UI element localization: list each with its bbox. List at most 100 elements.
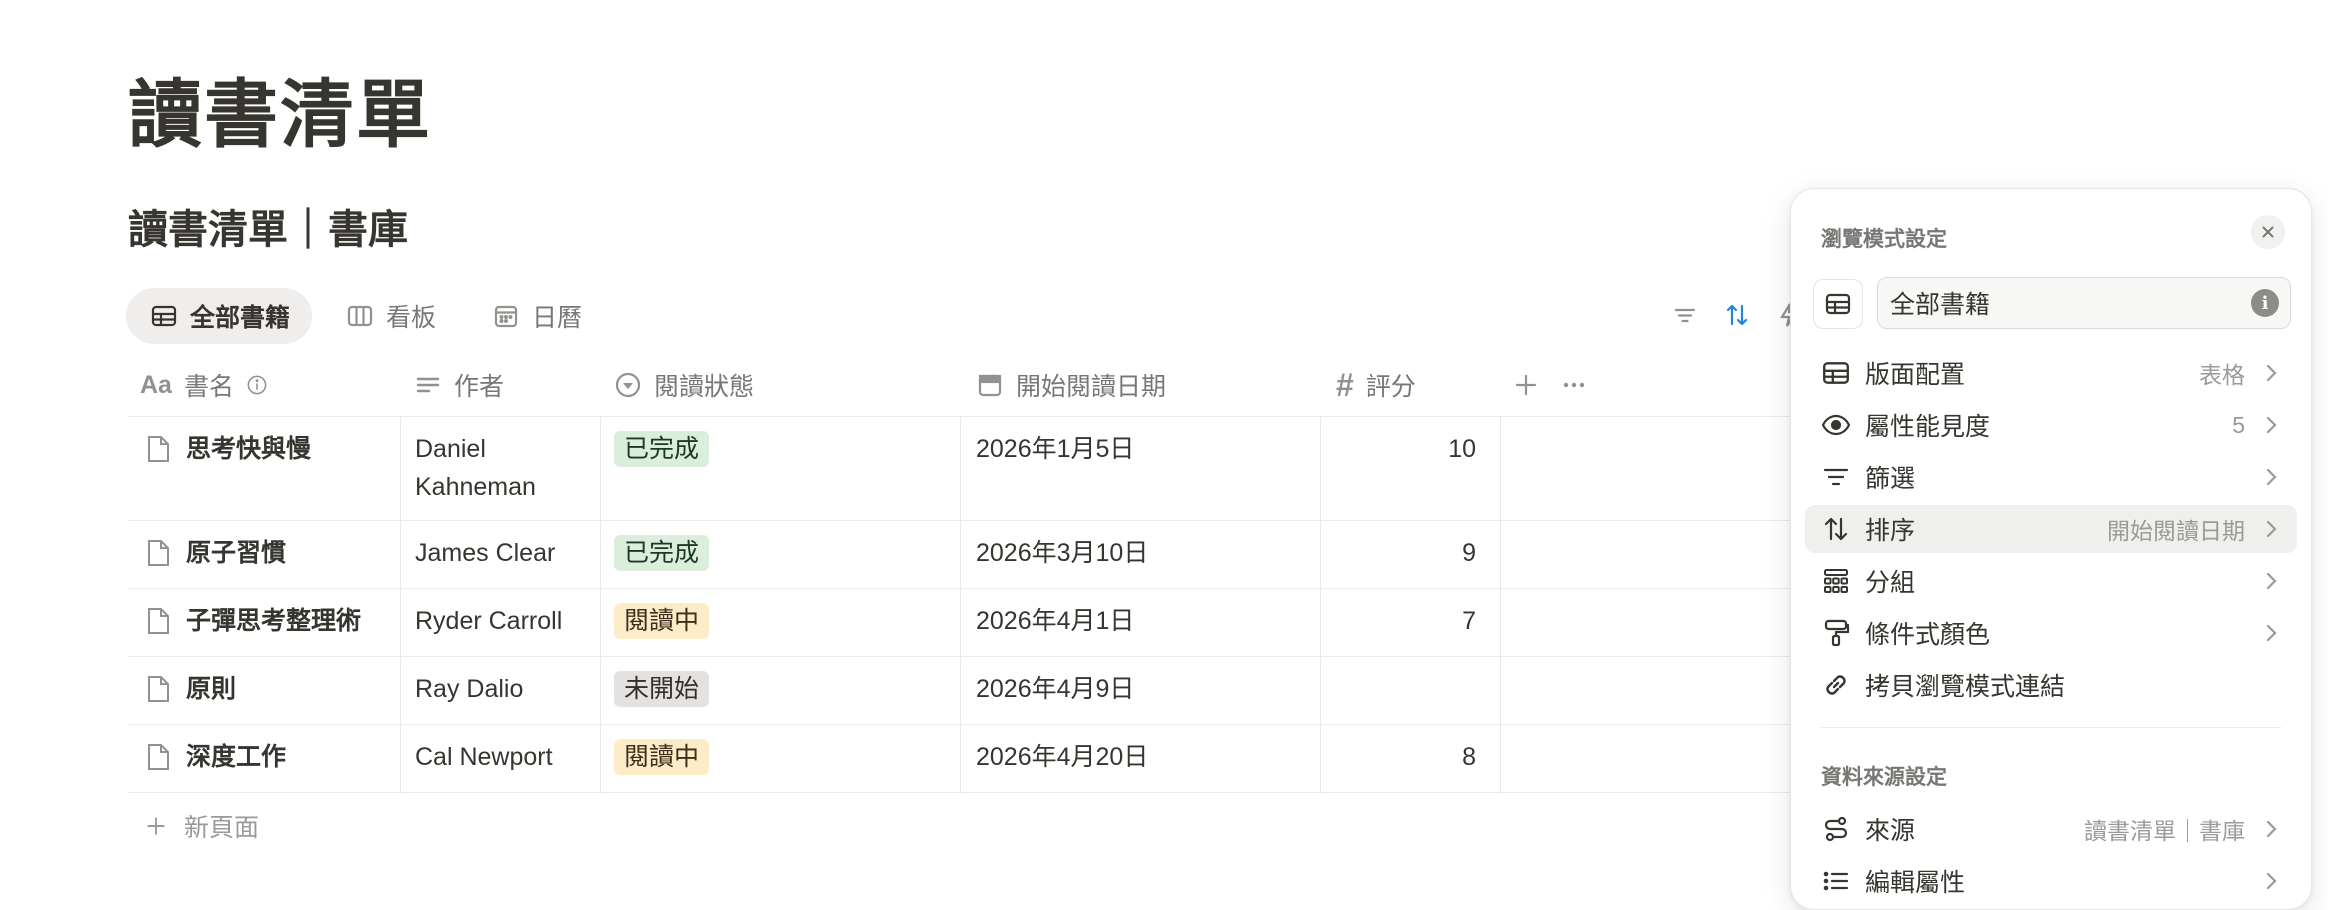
table-row[interactable]: 思考快與慢 Daniel Kahneman 已完成 2026年1月5日 10 — [128, 416, 1800, 521]
author-cell[interactable]: Cal Newport — [415, 738, 553, 776]
book-title: 深度工作 — [186, 743, 287, 771]
tab-all-books[interactable]: 全部書籍 — [126, 288, 313, 344]
status-cell[interactable]: 閱讀中 — [614, 738, 710, 776]
status-icon — [615, 372, 641, 398]
column-header-author[interactable]: 作者 — [414, 354, 504, 416]
list-icon — [1823, 871, 1849, 891]
database-title[interactable]: 讀書清單｜書庫 — [128, 210, 408, 250]
view-icon-button[interactable] — [1813, 279, 1863, 329]
status-tag: 閱讀中 — [614, 603, 710, 639]
status-tag: 未開始 — [614, 671, 710, 707]
page-icon — [148, 608, 169, 634]
calendar-icon — [978, 374, 1002, 397]
page-icon — [148, 744, 169, 770]
author-cell[interactable]: James Clear — [415, 534, 555, 572]
source-option[interactable]: 來源 讀書清單｜書庫 — [1805, 805, 2297, 853]
page-icon — [148, 436, 169, 462]
table-row[interactable]: 深度工作 Cal Newport 閱讀中 2026年4月20日 8 — [128, 724, 1800, 793]
add-property-button[interactable] — [1512, 354, 1540, 416]
column-divider — [1320, 724, 1321, 792]
data-source-header: 資料來源設定 — [1821, 766, 1947, 789]
table-icon — [1823, 362, 1849, 384]
book-title-cell[interactable]: 子彈思考整理術 — [144, 602, 361, 640]
rating-cell[interactable]: 8 — [1336, 738, 1476, 776]
link-icon — [1826, 675, 1846, 695]
source-icon — [1824, 816, 1848, 842]
page-title[interactable]: 讀書清單 — [128, 78, 432, 152]
copy-view-link-option[interactable]: 拷貝瀏覽模式連結 — [1805, 661, 2297, 709]
chevron-right-icon — [2266, 520, 2277, 538]
divider — [1821, 727, 2281, 728]
view-name-input[interactable] — [1877, 277, 2291, 329]
new-page-button[interactable]: 新頁面 — [144, 808, 259, 844]
number-icon: # — [1336, 366, 1354, 403]
chevron-right-icon — [2266, 872, 2277, 890]
author-cell[interactable]: Daniel Kahneman — [415, 430, 536, 506]
date-cell[interactable]: 2026年4月9日 — [976, 670, 1134, 708]
column-header-name[interactable]: Aa 書名 — [140, 354, 268, 416]
filter-option[interactable]: 篩選 — [1805, 453, 2297, 501]
column-divider — [960, 724, 961, 792]
close-button[interactable] — [2251, 215, 2285, 249]
date-cell[interactable]: 2026年4月20日 — [976, 738, 1148, 776]
column-header-start-date[interactable]: 開始閱讀日期 — [976, 354, 1166, 416]
calendar-icon — [494, 305, 518, 328]
conditional-color-option[interactable]: 條件式顏色 — [1805, 609, 2297, 657]
column-header-rating[interactable]: # 評分 — [1336, 354, 1416, 416]
status-cell[interactable]: 閱讀中 — [614, 602, 710, 640]
book-title: 原則 — [186, 675, 237, 703]
group-option[interactable]: 分組 — [1805, 557, 2297, 605]
table-row[interactable]: 原子習慣 James Clear 已完成 2026年3月10日 9 — [128, 520, 1800, 589]
book-title-cell[interactable]: 深度工作 — [144, 738, 286, 776]
edit-properties-option[interactable]: 編輯屬性 — [1805, 857, 2297, 905]
tab-board[interactable]: 看板 — [322, 288, 458, 344]
layout-option[interactable]: 版面配置 表格 — [1805, 349, 2297, 397]
plus-icon — [147, 817, 165, 835]
option-label: 屬性能見度 — [1865, 413, 1991, 441]
view-tabs: 全部書籍 看板 日曆 — [126, 288, 604, 344]
chevron-right-icon — [2266, 468, 2277, 486]
option-value: 讀書清單｜書庫 — [2084, 818, 2245, 844]
author-cell[interactable]: Ray Dalio — [415, 670, 523, 708]
info-icon — [247, 375, 267, 395]
rating-cell[interactable]: 10 — [1336, 430, 1476, 468]
sort-option[interactable]: 排序 開始閱讀日期 — [1805, 505, 2297, 553]
property-visibility-option[interactable]: 屬性能見度 5 — [1805, 401, 2297, 449]
table-icon — [1825, 293, 1851, 315]
book-title-cell[interactable]: 原子習慣 — [144, 534, 286, 572]
table-row[interactable]: 子彈思考整理術 Ryder Carroll 閱讀中 2026年4月1日 7 — [128, 588, 1800, 657]
view-toolbar — [1670, 300, 1804, 330]
option-label: 分組 — [1865, 569, 1916, 597]
new-page-label: 新頁面 — [184, 814, 260, 842]
book-title-cell[interactable]: 思考快與慢 — [144, 430, 311, 468]
column-label: 閱讀狀態 — [654, 373, 755, 401]
more-options-button[interactable] — [1560, 354, 1588, 416]
date-cell[interactable]: 2026年1月5日 — [976, 430, 1134, 468]
table-row[interactable]: 原則 Ray Dalio 未開始 2026年4月9日 — [128, 656, 1800, 725]
status-cell[interactable]: 未開始 — [614, 670, 710, 708]
column-header-status[interactable]: 閱讀狀態 — [614, 354, 754, 416]
page-icon — [148, 676, 169, 702]
tab-calendar[interactable]: 日曆 — [468, 288, 604, 344]
status-cell[interactable]: 已完成 — [614, 430, 710, 468]
page-icon — [148, 540, 169, 566]
author-text: Kahneman — [415, 473, 536, 501]
rating-cell[interactable]: 7 — [1336, 602, 1476, 640]
column-divider — [1500, 724, 1501, 792]
date-cell[interactable]: 2026年4月1日 — [976, 602, 1134, 640]
board-icon — [347, 305, 373, 327]
panel-header: 瀏覽模式設定 — [1821, 228, 1947, 251]
status-cell[interactable]: 已完成 — [614, 534, 710, 572]
column-label: 作者 — [454, 373, 505, 401]
book-title: 子彈思考整理術 — [186, 607, 362, 635]
info-icon[interactable]: i — [2251, 289, 2279, 317]
option-label: 拷貝瀏覽模式連結 — [1865, 673, 2066, 701]
date-cell[interactable]: 2026年3月10日 — [976, 534, 1148, 572]
rating-cell[interactable]: 9 — [1336, 534, 1476, 572]
author-cell[interactable]: Ryder Carroll — [415, 602, 562, 640]
book-title-cell[interactable]: 原則 — [144, 670, 236, 708]
status-tag: 閱讀中 — [614, 739, 710, 775]
filter-icon[interactable] — [1670, 300, 1700, 330]
sort-icon[interactable] — [1722, 300, 1752, 330]
option-label: 來源 — [1865, 817, 1916, 845]
